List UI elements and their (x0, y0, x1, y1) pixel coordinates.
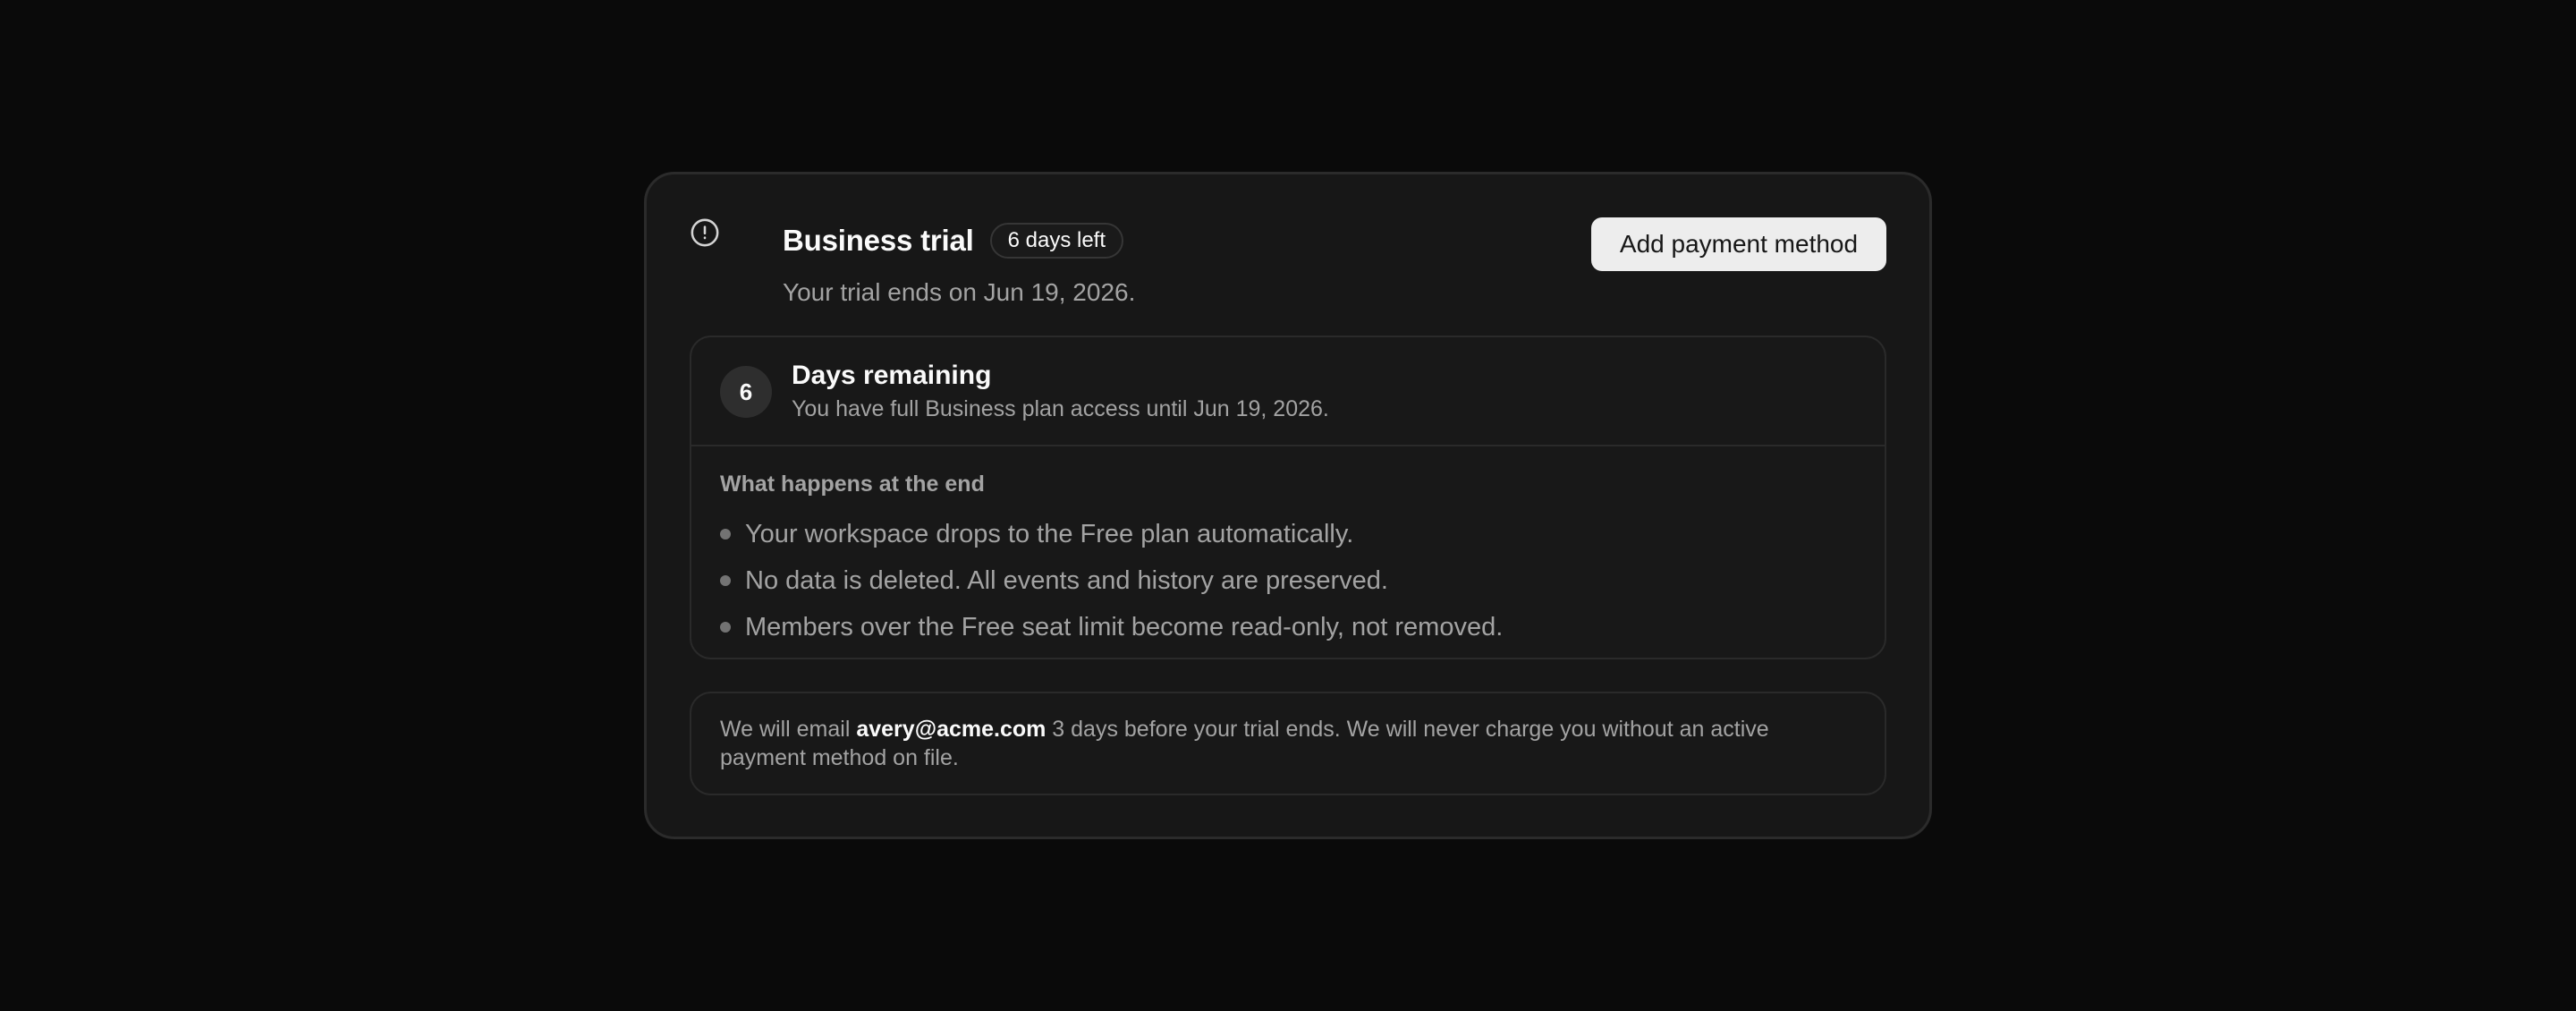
trial-end-subtitle: Your trial ends on Jun 19, 2026. (783, 278, 1136, 306)
page-title: Business trial (783, 224, 974, 257)
email-notice-prefix: We will email (720, 717, 857, 742)
end-heading: What happens at the end (720, 472, 985, 497)
list-item: Your workspace drops to the Free plan au… (720, 511, 1503, 557)
days-remaining-panel: 6 Days remaining You have full Business … (690, 336, 1886, 659)
title-line: Business trial 6 days left (783, 217, 1124, 264)
bullet-dot-icon (720, 575, 731, 586)
email-notice-panel: We will email avery@acme.com 3 days befo… (690, 692, 1886, 795)
list-item-text: Your workspace drops to the Free plan au… (745, 519, 1354, 548)
days-count-circle: 6 (720, 366, 772, 418)
list-item-text: Members over the Free seat limit become … (745, 612, 1504, 641)
days-remaining-summary: 6 Days remaining You have full Business … (691, 337, 1885, 446)
alert-circle-icon (690, 217, 720, 248)
days-remaining-title: Days remaining (792, 361, 992, 390)
trial-card: Business trial 6 days left Your trial en… (644, 172, 1932, 839)
bullet-dot-icon (720, 622, 731, 633)
end-consequences-list: Your workspace drops to the Free plan au… (720, 511, 1503, 650)
list-item: Members over the Free seat limit become … (720, 604, 1503, 650)
list-item-text: No data is deleted. All events and histo… (745, 565, 1388, 595)
trial-header: Business trial 6 days left Your trial en… (690, 217, 1886, 343)
notice-email-address: avery@acme.com (856, 717, 1046, 742)
bullet-dot-icon (720, 529, 731, 539)
list-item: No data is deleted. All events and histo… (720, 557, 1503, 604)
days-left-badge: 6 days left (989, 223, 1124, 259)
add-payment-method-button[interactable]: Add payment method (1591, 217, 1886, 271)
days-remaining-subtitle: You have full Business plan access until… (792, 396, 1329, 421)
